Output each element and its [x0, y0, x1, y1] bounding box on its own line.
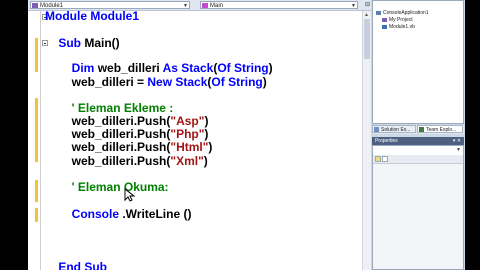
- tree-item[interactable]: My Project: [382, 17, 413, 23]
- text-token: web_dilleri.Push(: [45, 154, 171, 168]
- comment-token: ' Eleman Okuma:: [45, 180, 169, 194]
- text-token: ): [204, 127, 209, 141]
- keyword-token: End Sub: [45, 260, 107, 270]
- properties-header: Properties ▾ ✕: [372, 137, 464, 145]
- code-editor[interactable]: Module1 ▼ Main ▼ ⊟ Module Module1 Sub Ma…: [28, 0, 371, 270]
- panel-tabs: Solution Ex... Team Explo...: [372, 125, 464, 134]
- tab-label: Team Explo...: [426, 127, 457, 133]
- outline-margin: [40, 11, 41, 270]
- right-black-border: [465, 0, 480, 270]
- code-line[interactable]: web_dilleri.Push("Html"): [45, 140, 213, 154]
- code-line[interactable]: Module Module1: [45, 9, 139, 23]
- tab-label: Solution Ex...: [381, 127, 411, 133]
- vertical-scrollbar[interactable]: ▲: [362, 11, 371, 270]
- text-token: web_dilleri =: [45, 75, 148, 89]
- method-dropdown-value: Main: [210, 3, 224, 9]
- code-line[interactable]: Dim web_dilleri As Stack(Of String): [45, 61, 273, 75]
- keyword-token: Sub: [45, 36, 85, 50]
- tree-item[interactable]: Module1.vb: [382, 24, 415, 30]
- chevron-down-icon: ▼: [351, 3, 356, 9]
- code-line[interactable]: Console .WriteLine (): [45, 207, 192, 221]
- string-token: "Xml": [170, 154, 204, 168]
- text-token: web_dilleri.Push(: [45, 140, 171, 154]
- tree-item-label: My Project: [389, 17, 413, 23]
- text-token: Main(): [84, 36, 120, 50]
- code-line[interactable]: web_dilleri = New Stack(Of String): [45, 75, 267, 89]
- changed-lines-marker: [35, 208, 38, 222]
- tool-windows-panel: ConsoleApplication1 My Project Module1.vb …: [371, 0, 465, 270]
- code-line[interactable]: ' Eleman Okuma:: [45, 180, 169, 194]
- keyword-token: Of String: [211, 75, 263, 89]
- project-icon: [376, 10, 381, 15]
- code-line[interactable]: web_dilleri.Push("Php"): [45, 127, 209, 141]
- code-line[interactable]: web_dilleri.Push("Xml"): [45, 154, 208, 168]
- my-project-icon: [382, 17, 387, 22]
- team-explorer-icon: [419, 127, 424, 132]
- string-token: "Asp": [170, 114, 205, 128]
- string-token: "Html": [170, 140, 209, 154]
- tree-item-label: ConsoleApplication1: [383, 10, 429, 16]
- text-token: ): [204, 114, 209, 128]
- text-token: ): [208, 140, 213, 154]
- tab-solution-explorer[interactable]: Solution Ex...: [372, 125, 416, 133]
- keyword-token: As Stack: [162, 61, 214, 75]
- chevron-down-icon: ▼: [456, 147, 461, 153]
- string-token: "Php": [170, 127, 205, 141]
- left-black-border: [0, 0, 28, 270]
- solution-explorer: ConsoleApplication1 My Project Module1.vb: [372, 0, 464, 124]
- pin-close-icons[interactable]: ▾ ✕: [453, 137, 461, 145]
- tab-team-explorer[interactable]: Team Explo...: [417, 125, 463, 133]
- text-token: web_dilleri.Push(: [45, 127, 171, 141]
- text-token: web_dilleri: [97, 61, 163, 75]
- categorized-icon[interactable]: [375, 156, 381, 162]
- text-token: ): [268, 61, 273, 75]
- module-icon: [32, 3, 38, 8]
- method-icon: [202, 3, 208, 8]
- scrollbar-thumb[interactable]: [364, 19, 370, 59]
- changed-lines-marker: [35, 180, 38, 202]
- keyword-token: Module1: [90, 9, 139, 23]
- properties-window: ▼: [372, 145, 464, 270]
- comment-token: ' Eleman Ekleme :: [45, 101, 174, 115]
- keyword-token: Module: [45, 9, 91, 23]
- changed-lines-marker: [35, 98, 38, 162]
- keyword-token: Console: [45, 207, 123, 221]
- class-dropdown[interactable]: Module1 ▼: [30, 1, 190, 9]
- solution-explorer-icon: [374, 127, 379, 132]
- method-dropdown[interactable]: Main ▼: [200, 1, 358, 9]
- alphabetical-icon[interactable]: [382, 156, 388, 162]
- chevron-down-icon: ▼: [183, 3, 188, 9]
- vb-file-icon: [382, 24, 387, 29]
- text-token: ): [262, 75, 267, 89]
- text-token: ): [203, 154, 208, 168]
- code-line[interactable]: web_dilleri.Push("Asp"): [45, 114, 209, 128]
- code-line[interactable]: End Sub: [45, 260, 107, 270]
- tree-item[interactable]: ConsoleApplication1: [376, 10, 429, 16]
- code-line[interactable]: ' Eleman Ekleme :: [45, 101, 174, 115]
- scroll-up-icon[interactable]: ▲: [364, 12, 369, 18]
- code-line[interactable]: Sub Main(): [45, 36, 120, 50]
- mouse-cursor-icon: [124, 188, 136, 202]
- tree-item-label: Module1.vb: [389, 24, 415, 30]
- keyword-token: Of String: [217, 61, 269, 75]
- keyword-token: Dim: [45, 61, 98, 75]
- properties-title: Properties: [375, 138, 398, 144]
- text-token: .WriteLine (): [122, 207, 192, 221]
- text-token: web_dilleri.Push(: [45, 114, 171, 128]
- changed-lines-marker: [35, 38, 38, 72]
- split-window-icon[interactable]: ⊟: [365, 1, 370, 8]
- keyword-token: New Stack: [147, 75, 208, 89]
- properties-toolbar: [373, 155, 463, 164]
